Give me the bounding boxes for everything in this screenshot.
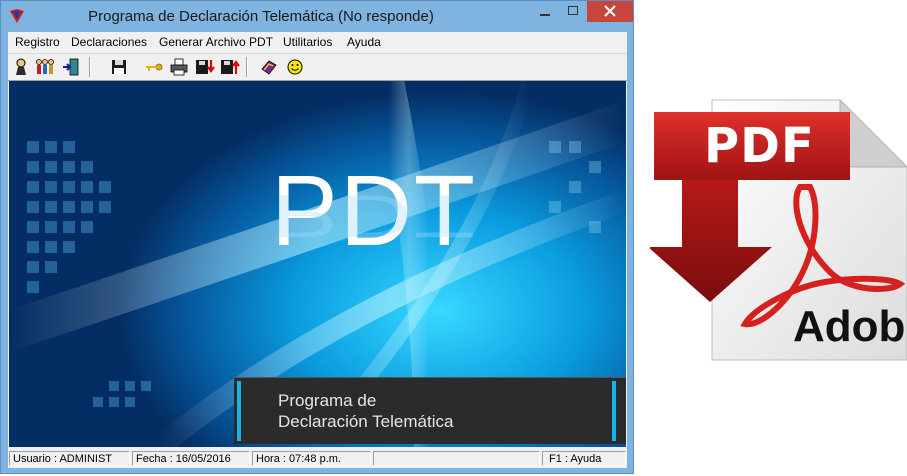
banner-accent-right [612, 381, 616, 441]
maximize-button[interactable] [559, 1, 587, 22]
menu-declaraciones[interactable]: Declaraciones [71, 35, 147, 49]
close-icon [604, 5, 616, 17]
page-fold-corner [839, 98, 907, 168]
disk-up-icon [221, 60, 240, 74]
upload-disk-button[interactable] [220, 57, 240, 77]
toolbar [8, 53, 627, 81]
status-help: F1 : Ayuda [542, 451, 626, 466]
banner-accent-left [237, 381, 241, 441]
app-window: Programa de Declaración Telemática (No r… [0, 0, 634, 474]
toolbar-separator [89, 57, 91, 77]
close-button[interactable] [587, 1, 633, 22]
client-area: Registro Declaraciones Generar Archivo P… [8, 32, 627, 468]
menu-ayuda[interactable]: Ayuda [347, 35, 381, 49]
banner-line-2: Declaración Telemática [278, 412, 454, 431]
disk-down-icon [196, 60, 215, 74]
save-disk-icon [112, 60, 126, 74]
print-button[interactable] [169, 57, 189, 77]
status-date: Fecha : 16/05/2016 [132, 451, 250, 466]
exit-door-icon [63, 58, 79, 76]
user-button[interactable] [11, 57, 31, 77]
status-empty [373, 451, 540, 466]
users-button[interactable] [35, 57, 55, 77]
menu-registro[interactable]: Registro [15, 35, 60, 49]
download-disk-button[interactable] [195, 57, 215, 77]
printer-icon [170, 58, 188, 76]
menu-generar-archivo-pdt[interactable]: Generar Archivo PDT [159, 35, 273, 49]
key-button[interactable] [144, 57, 164, 77]
key-icon [146, 63, 163, 71]
status-time: Hora : 07:48 p.m. [252, 451, 371, 466]
window-title: Programa de Declaración Telemática (No r… [88, 8, 434, 25]
menu-utilitarios[interactable]: Utilitarios [283, 35, 332, 49]
about-button[interactable] [285, 57, 305, 77]
status-user: Usuario : ADMINIST [9, 451, 130, 466]
status-bar: Usuario : ADMINIST Fecha : 16/05/2016 Ho… [8, 450, 627, 468]
adobe-brand-text: Adobe [793, 302, 907, 351]
user-icon [16, 58, 26, 75]
menu-bar: Registro Declaraciones Generar Archivo P… [8, 32, 627, 52]
book-icon [261, 60, 277, 75]
splash-title-reflection: PDT [271, 182, 477, 250]
exit-button[interactable] [61, 57, 81, 77]
toolbar-separator [246, 57, 248, 77]
users-icon [36, 59, 54, 74]
pdf-download-logo: PDF Adobe [648, 92, 907, 362]
maximize-icon [568, 6, 578, 15]
minimize-icon [540, 14, 550, 16]
pdf-label: PDF [704, 118, 815, 174]
save-button[interactable] [109, 57, 129, 77]
smiley-icon [287, 59, 303, 75]
splash-image: PDT PDT Programa de Declaración Telemáti… [9, 81, 626, 447]
app-logo-icon [10, 9, 24, 23]
help-book-button[interactable] [259, 57, 279, 77]
minimize-button[interactable] [531, 1, 559, 22]
banner-line-1: Programa de [278, 391, 377, 410]
title-bar[interactable]: Programa de Declaración Telemática (No r… [1, 1, 633, 32]
